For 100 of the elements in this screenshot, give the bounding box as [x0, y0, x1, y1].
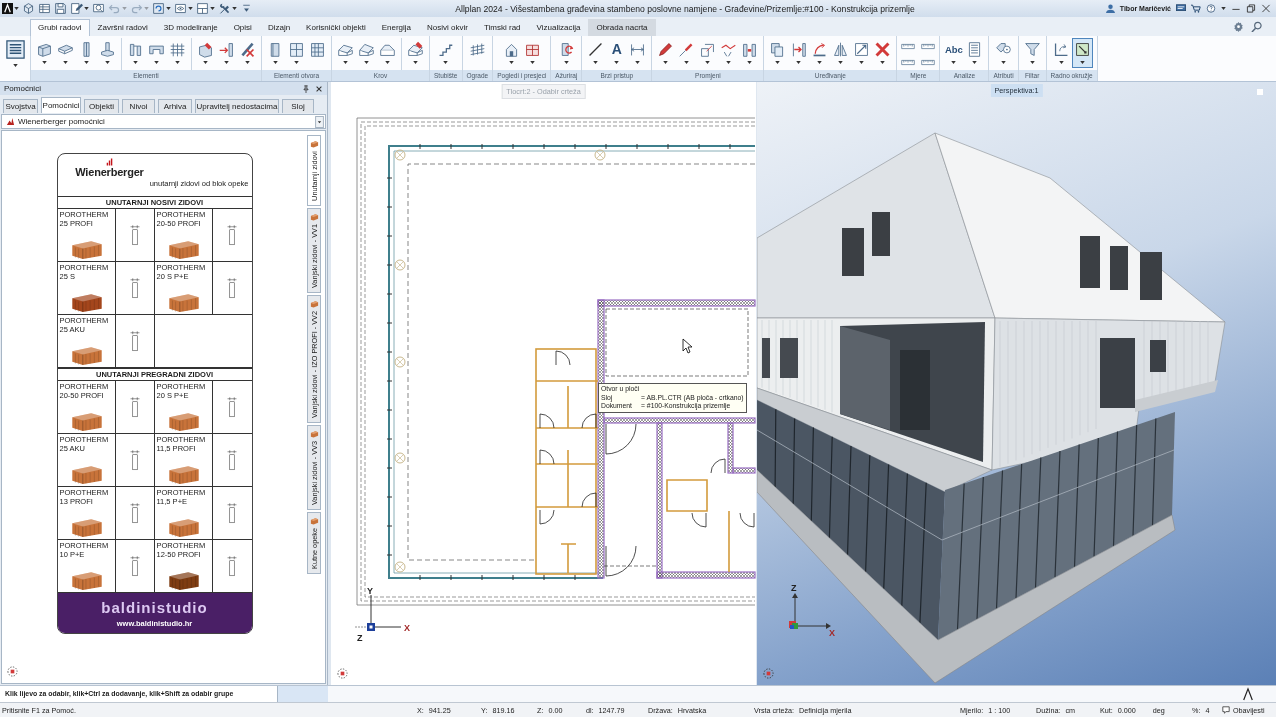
ribbon-tab[interactable]: Grubi radovi	[30, 19, 90, 36]
helper-dropdown[interactable]: Wienerberger pomoćnici	[1, 114, 326, 129]
brick-icon[interactable]	[167, 463, 200, 484]
ribbon-tab[interactable]: Korisnički objekti	[298, 19, 374, 36]
quick-access-button[interactable]	[174, 1, 193, 16]
ribbon-tab[interactable]: Vizualizacija	[528, 19, 589, 36]
brick-icon[interactable]	[167, 569, 200, 590]
quick-access-button[interactable]	[22, 1, 35, 16]
ribbon-tab[interactable]: Timski rad	[475, 19, 529, 36]
app-menu-button[interactable]	[2, 1, 19, 16]
list-panel-icon	[4, 39, 26, 60]
settings-icon[interactable]	[1233, 21, 1244, 32]
caret-icon	[133, 61, 138, 64]
tool-button[interactable]: A	[606, 38, 628, 68]
caret-icon	[796, 61, 802, 64]
brick-icon[interactable]	[70, 238, 103, 259]
close-icon[interactable]	[315, 84, 323, 93]
ribbon-tab[interactable]: Energija	[373, 19, 420, 36]
redo-icon	[130, 2, 143, 15]
crossed-wall-icon	[239, 41, 256, 58]
caret-icon	[972, 61, 978, 64]
ribbon-tab[interactable]: Nosivi okvir	[419, 19, 476, 36]
wall-section-icon[interactable]	[128, 329, 141, 353]
dotted-target-icon[interactable]	[337, 668, 348, 679]
restore-icon[interactable]	[1246, 4, 1256, 13]
brick-icon[interactable]	[167, 516, 200, 537]
caret-icon	[154, 61, 159, 64]
wall-section-icon[interactable]	[226, 501, 238, 525]
caret-icon	[224, 61, 229, 64]
panel-tab[interactable]: Sloj	[282, 99, 314, 113]
cart-icon[interactable]	[1191, 4, 1201, 13]
input-field[interactable]	[278, 686, 328, 702]
window-title: Allplan 2024 - Višestambena građevina stambeno poslovne namjene - Građevine/Prizemlje:#100 - Konstrukcija prizemlje	[454, 3, 916, 14]
caret-icon	[294, 61, 299, 64]
tool-button[interactable]	[1071, 38, 1093, 68]
panel-tab[interactable]: Objekti	[84, 99, 119, 113]
wall-section-icon[interactable]	[226, 223, 238, 247]
brick-icon[interactable]	[70, 344, 103, 365]
brick-icon[interactable]	[70, 516, 103, 537]
wall-split-icon	[741, 41, 759, 58]
panel-tab[interactable]: Pomoćnici	[41, 97, 81, 113]
brick-icon[interactable]	[70, 291, 103, 312]
wrench-screwdriver-icon	[218, 2, 231, 15]
help-icon[interactable]	[1206, 4, 1216, 13]
wall-section-icon[interactable]	[128, 554, 141, 578]
wall-section-icon[interactable]	[226, 554, 238, 578]
wall-section-icon[interactable]	[128, 395, 141, 419]
ribbon-tab[interactable]: 3D modeliranje	[155, 19, 226, 36]
workspace-icon	[1052, 41, 1070, 58]
caret-icon	[188, 7, 193, 10]
ribbon-tab[interactable]: Završni radovi	[89, 19, 156, 36]
search-icon[interactable]	[1251, 21, 1262, 32]
ruler-icon	[921, 58, 936, 67]
dotted-target-icon[interactable]	[763, 668, 774, 679]
quick-access-button[interactable]	[54, 1, 67, 16]
quick-access-button[interactable]	[196, 1, 215, 16]
dotted-target-icon[interactable]	[7, 666, 18, 677]
customize-icon	[240, 2, 253, 15]
wall-section-icon[interactable]	[128, 223, 141, 247]
brick-icon	[309, 429, 319, 438]
brick-icon[interactable]	[70, 569, 103, 590]
wall-section-icon[interactable]	[128, 501, 141, 525]
panel-tab[interactable]: Arhiva	[158, 99, 192, 113]
brick-icon[interactable]	[70, 463, 103, 484]
caret-icon[interactable]	[1221, 7, 1226, 10]
quick-access-button[interactable]	[218, 1, 237, 16]
panel-tab[interactable]: Svojstva	[3, 99, 38, 113]
panel-tab[interactable]: Upravitelj nedostacima	[195, 99, 279, 113]
mirror-icon	[832, 41, 850, 58]
save-icon	[54, 2, 67, 15]
quick-access-button[interactable]	[152, 1, 171, 16]
brick-icon[interactable]	[167, 410, 200, 431]
caret-icon	[12, 64, 18, 67]
brick-icon[interactable]	[167, 238, 200, 259]
brick-icon[interactable]	[70, 410, 103, 431]
caret-icon	[859, 61, 865, 64]
wall-section-icon[interactable]	[226, 395, 238, 419]
roof-pencil-icon	[407, 41, 424, 58]
caret-icon	[203, 61, 208, 64]
wall-section-icon[interactable]	[226, 448, 238, 472]
panels-icon	[196, 2, 209, 15]
quick-access-button[interactable]	[38, 1, 51, 16]
tool-button[interactable]: Abc	[943, 38, 965, 68]
wall-section-icon[interactable]	[128, 276, 141, 300]
quick-access-button[interactable]	[70, 1, 89, 16]
brick-icon[interactable]	[167, 291, 200, 312]
ruler-icon	[901, 58, 916, 67]
brick-icon	[309, 140, 319, 148]
monitor-icon[interactable]	[1176, 4, 1186, 13]
ribbon-tab[interactable]: Opisi	[225, 19, 260, 36]
wall-section-icon[interactable]	[226, 276, 238, 300]
window-icon	[288, 41, 305, 58]
panel-tab[interactable]: Nivoi	[122, 99, 155, 113]
roof-icon	[358, 41, 375, 58]
axis-label: Z	[357, 633, 363, 643]
wall-section-icon[interactable]	[128, 448, 141, 472]
chevron-up-icon[interactable]	[1242, 687, 1254, 701]
pin-icon[interactable]	[302, 84, 310, 93]
ribbon-tab[interactable]: Obrada nacrta	[588, 19, 656, 36]
ribbon-tab[interactable]: Dizajn	[259, 19, 299, 36]
